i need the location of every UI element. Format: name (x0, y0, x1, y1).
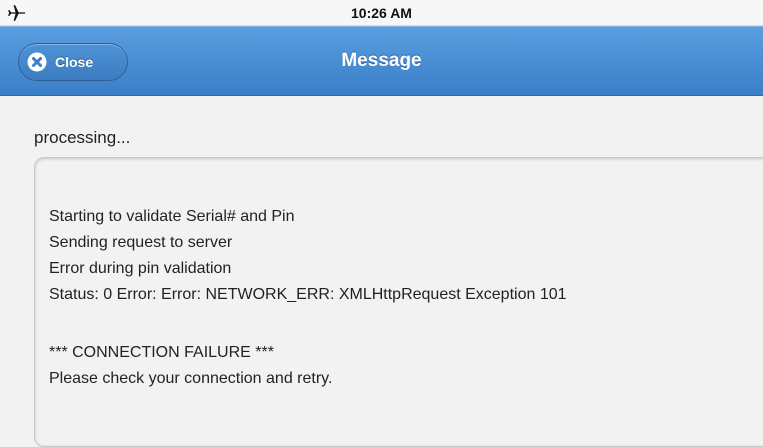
log-line: Starting to validate Serial# and Pin (49, 208, 295, 225)
close-button-label: Close (55, 54, 94, 70)
log-line: Please check your connection and retry. (49, 370, 333, 387)
header-bar: Close Message (0, 26, 763, 96)
log-line: Sending request to server (49, 234, 233, 251)
close-icon (27, 52, 47, 72)
status-bar: 10:26 AM (0, 0, 763, 26)
close-button[interactable]: Close (18, 43, 128, 81)
log-line: Error during pin validation (49, 260, 232, 277)
status-time: 10:26 AM (351, 5, 412, 21)
log-message-box[interactable]: Starting to validate Serial# and Pin Sen… (34, 157, 763, 447)
log-line: Status: 0 Error: Error: NETWORK_ERR: XML… (49, 286, 567, 303)
log-line-connection-failure: *** CONNECTION FAILURE *** (49, 344, 274, 361)
processing-status-text: processing... (34, 128, 131, 147)
